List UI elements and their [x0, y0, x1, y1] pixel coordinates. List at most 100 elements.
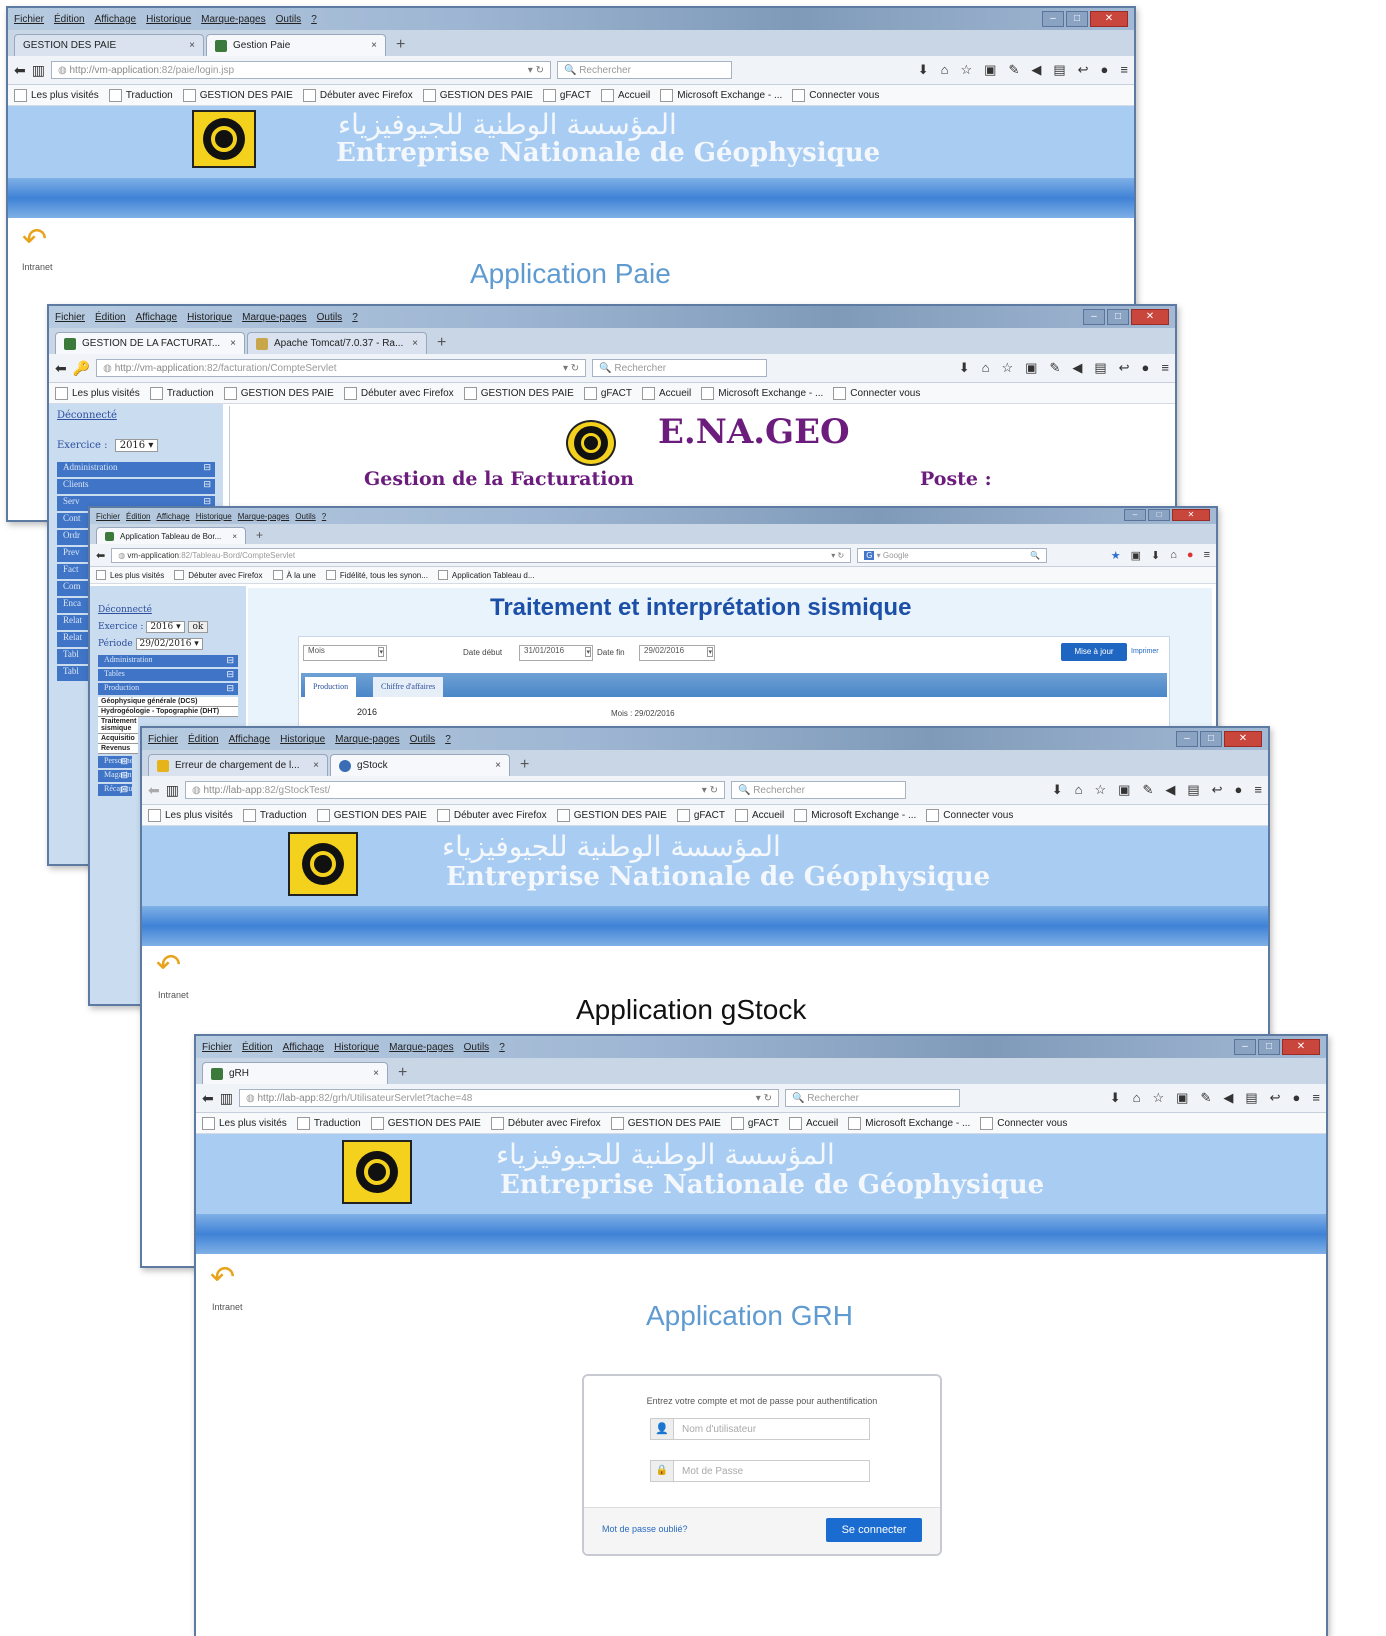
back-arrow-icon[interactable]: ↶ [22, 222, 47, 257]
menu-outils[interactable]: Outils [464, 1042, 490, 1053]
menu-affichage[interactable]: Affichage [283, 1042, 325, 1053]
menu-outils[interactable]: Outils [410, 734, 436, 745]
menu-marque-pages[interactable]: Marque-pages [242, 312, 306, 323]
bookmark[interactable]: Les plus visités [55, 386, 140, 400]
minimize-icon[interactable]: – [1083, 309, 1105, 325]
sidebar-item-tables[interactable]: Tables [98, 669, 238, 681]
close-tab-icon[interactable]: × [232, 532, 237, 541]
reload-icon[interactable]: ▾ ↻ [831, 551, 844, 560]
new-tab-button[interactable]: + [248, 527, 271, 544]
menu-aide[interactable]: ? [499, 1042, 505, 1053]
menu-fichier[interactable]: Fichier [14, 14, 44, 25]
reply-icon[interactable]: ↩ [1212, 782, 1223, 798]
sidebar-item-stub[interactable]: Personne [98, 756, 133, 768]
bookmark[interactable]: gFACT [730, 1116, 779, 1130]
bookmark[interactable]: Microsoft Exchange - ... [848, 1116, 970, 1130]
back-arrow-icon[interactable]: ↶ [156, 948, 181, 983]
close-icon[interactable]: ✕ [1131, 309, 1169, 325]
menu-aide[interactable]: ? [445, 734, 451, 745]
tab-production[interactable]: Production [305, 677, 357, 697]
sidebar-subitem[interactable]: Acquisitio [98, 734, 138, 744]
back-arrow-icon[interactable]: ⬅ [96, 549, 105, 562]
screenshot-icon[interactable]: ▣ [1025, 360, 1037, 376]
back-arrow-icon[interactable]: ⬅ [202, 1090, 214, 1107]
bookmark[interactable]: Accueil [788, 1116, 838, 1130]
bookmark[interactable]: GESTION DES PAIE [182, 88, 293, 102]
bookmark[interactable]: Les plus visités [14, 88, 99, 102]
periode-select[interactable]: 29/02/2016 ▾ [135, 638, 203, 650]
send-icon[interactable]: ◀ [1165, 782, 1175, 798]
bookmark[interactable]: Accueil [734, 808, 784, 822]
bookmark[interactable]: Les plus visités [96, 570, 164, 580]
intranet-label[interactable]: Intranet [212, 1302, 243, 1312]
menu-affichage[interactable]: Affichage [95, 14, 137, 25]
reload-icon[interactable]: ▾ ↻ [563, 363, 579, 374]
sidebar-item-administration[interactable]: Administration [57, 462, 215, 477]
bookmark[interactable]: gFACT [583, 386, 632, 400]
home-icon[interactable]: ⌂ [1170, 549, 1177, 562]
chat-icon[interactable]: ● [1142, 360, 1150, 376]
chat-icon[interactable]: ● [1101, 62, 1109, 78]
close-tab-icon[interactable]: × [189, 40, 195, 51]
bookmark[interactable]: GESTION DES PAIE [556, 808, 667, 822]
sidebar-subitem[interactable]: Géophysique générale (DCS) [98, 697, 238, 707]
bookmark[interactable]: Application Tableau d... [437, 570, 535, 580]
intranet-label[interactable]: Intranet [158, 990, 189, 1000]
bookmark[interactable]: GESTION DES PAIE [316, 808, 427, 822]
url-bar[interactable]: ◍ http://vm-application:82/facturation/C… [96, 359, 587, 377]
home-icon[interactable]: ⌂ [1075, 782, 1083, 798]
menu-fichier[interactable]: Fichier [55, 312, 85, 323]
bookmark[interactable]: Fidélité, tous les synon... [325, 570, 428, 580]
close-tab-icon[interactable]: × [495, 760, 501, 771]
menu-edition[interactable]: Édition [242, 1042, 273, 1053]
bookmark[interactable]: Traduction [108, 88, 173, 102]
sidebar-item-stub[interactable]: Magasin [98, 770, 132, 782]
print-link[interactable]: Imprimer [1131, 648, 1159, 655]
tab-chiffre-affaires[interactable]: Chiffre d'affaires [373, 677, 444, 697]
bookmark[interactable]: GESTION DES PAIE [370, 1116, 481, 1130]
home-icon[interactable]: ⌂ [941, 62, 949, 78]
reload-icon[interactable]: ▾ ↻ [702, 785, 718, 796]
maximize-icon[interactable]: □ [1148, 509, 1170, 521]
bookmark[interactable]: gFACT [676, 808, 725, 822]
hamburger-menu-icon[interactable]: ≡ [1161, 360, 1169, 376]
star-icon[interactable]: ☆ [1152, 1090, 1164, 1106]
download-icon[interactable]: ⬇ [959, 360, 970, 376]
sidebar-subitem[interactable]: Hydrogéologie - Topographie (DHT) [98, 707, 238, 717]
new-tab-button[interactable]: + [429, 332, 454, 354]
bookmark[interactable]: Les plus visités [202, 1116, 287, 1130]
date-debut-input[interactable]: 31/01/2016 ▾ [519, 645, 593, 661]
addon-icon[interactable]: ● [1187, 549, 1194, 562]
username-field[interactable]: 👤 Nom d'utilisateur [650, 1418, 870, 1440]
pdf-icon[interactable]: ▤ [1094, 360, 1106, 376]
close-tab-icon[interactable]: × [371, 40, 377, 51]
exercice-select[interactable]: 2016 ▾ [146, 621, 185, 633]
close-tab-icon[interactable]: × [412, 338, 418, 349]
tab-gestion-paie[interactable]: Gestion Paie × [206, 34, 386, 56]
star-icon[interactable]: ☆ [1001, 360, 1013, 376]
screenshot-icon[interactable]: ▣ [1176, 1090, 1188, 1106]
reply-icon[interactable]: ↩ [1119, 360, 1130, 376]
bookmark[interactable]: Connecter vous [926, 808, 1013, 822]
close-tab-icon[interactable]: × [313, 760, 319, 771]
chat-icon[interactable]: ● [1293, 1090, 1301, 1106]
star-icon[interactable]: ☆ [960, 62, 972, 78]
sidebar-item-administration[interactable]: Administration [98, 655, 238, 667]
reply-icon[interactable]: ↩ [1078, 62, 1089, 78]
menu-fichier[interactable]: Fichier [96, 512, 120, 521]
minimize-icon[interactable]: – [1124, 509, 1146, 521]
bookmark[interactable]: Traduction [149, 386, 214, 400]
bookmark[interactable]: Débuter avec Firefox [343, 386, 454, 400]
forgot-password-link[interactable]: Mot de passe oublié? [602, 1524, 688, 1534]
pen-icon[interactable]: ✎ [1142, 782, 1153, 798]
send-icon[interactable]: ◀ [1072, 360, 1082, 376]
sidebar-item-stub[interactable]: Récapitu [98, 784, 132, 796]
close-icon[interactable]: ✕ [1090, 11, 1128, 27]
menu-historique[interactable]: Historique [187, 312, 232, 323]
star-icon[interactable]: ☆ [1094, 782, 1106, 798]
sidebar-item-production[interactable]: Production [98, 683, 238, 695]
download-icon[interactable]: ⬇ [918, 62, 929, 78]
sidebar-subitem[interactable]: Traitement sismique [98, 717, 138, 734]
minimize-icon[interactable]: – [1042, 11, 1064, 27]
back-arrow-icon[interactable]: ↶ [210, 1260, 235, 1295]
